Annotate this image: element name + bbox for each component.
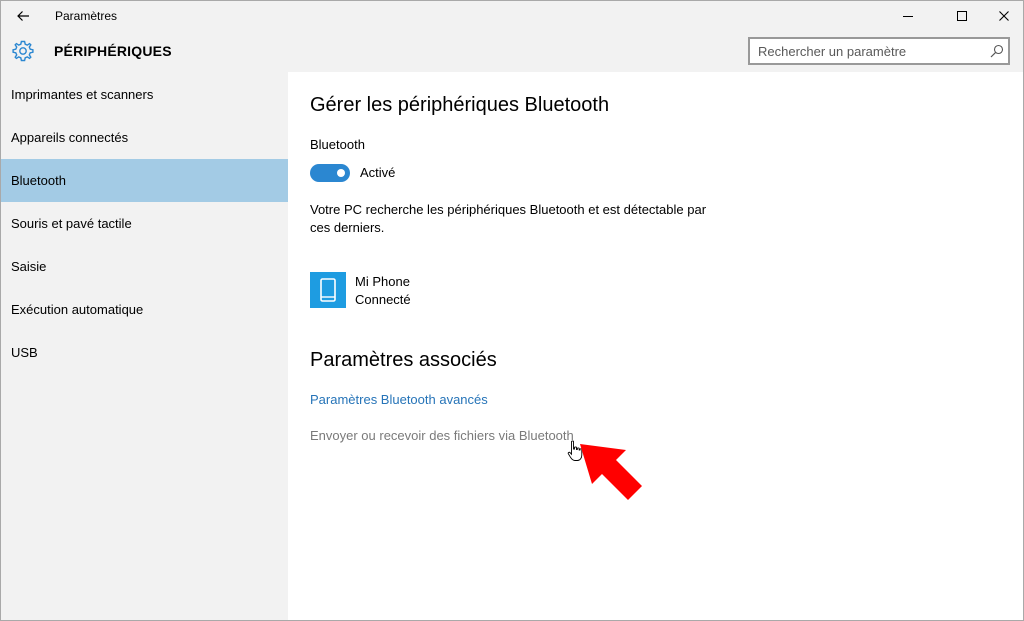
maximize-icon — [957, 11, 967, 21]
minimize-button[interactable] — [885, 1, 931, 31]
bluetooth-label: Bluetooth — [310, 137, 365, 152]
bluetooth-description: Votre PC recherche les périphériques Blu… — [310, 202, 707, 235]
gear-icon — [12, 40, 34, 62]
device-tile — [310, 272, 346, 308]
sidebar-item-usb[interactable]: USB — [1, 331, 288, 374]
bluetooth-toggle[interactable] — [310, 164, 350, 182]
section-title: Gérer les périphériques Bluetooth — [310, 94, 610, 116]
toggle-state-label: Activé — [360, 165, 396, 180]
main-content: Gérer les périphériques Bluetooth Blueto… — [288, 72, 1023, 620]
sidebar-item-printers-scanners[interactable]: Imprimantes et scanners — [1, 73, 288, 116]
advanced-bluetooth-link[interactable]: Paramètres Bluetooth avancés — [310, 392, 488, 407]
page-header: PÉRIPHÉRIQUES — [1, 31, 1023, 72]
settings-window: Paramètres PÉRIPHÉRIQUES Rechercher un p… — [0, 0, 1024, 621]
related-settings-title: Paramètres associés — [310, 349, 497, 371]
toggle-knob — [337, 169, 345, 177]
close-icon — [999, 11, 1009, 21]
sidebar-item-typing[interactable]: Saisie — [1, 245, 288, 288]
sidebar-item-bluetooth[interactable]: Bluetooth — [1, 159, 288, 202]
device-item[interactable]: Mi Phone Connecté — [310, 272, 510, 310]
minimize-icon — [903, 16, 913, 17]
back-arrow-icon — [17, 11, 29, 21]
sidebar-item-mouse-touchpad[interactable]: Souris et pavé tactile — [1, 202, 288, 245]
device-status: Connecté — [355, 292, 411, 307]
page-title: PÉRIPHÉRIQUES — [54, 43, 172, 59]
sidebar-item-autoplay[interactable]: Exécution automatique — [1, 288, 288, 331]
red-arrow-icon — [580, 444, 642, 500]
title-bar: Paramètres — [1, 1, 1023, 31]
app-title: Paramètres — [55, 9, 118, 23]
search-input[interactable] — [758, 39, 978, 63]
back-button[interactable] — [5, 1, 41, 31]
sidebar-item-connected-devices[interactable]: Appareils connectés — [1, 116, 288, 159]
phone-icon — [320, 278, 336, 302]
send-receive-files-link[interactable]: Envoyer ou recevoir des fichiers via Blu… — [310, 428, 574, 443]
device-name: Mi Phone — [355, 274, 410, 289]
sidebar: Imprimantes et scanners Appareils connec… — [1, 72, 288, 620]
maximize-button[interactable] — [939, 1, 985, 31]
close-button[interactable] — [981, 1, 1023, 31]
search-box[interactable] — [748, 37, 1010, 65]
search-icon[interactable] — [990, 44, 1004, 58]
